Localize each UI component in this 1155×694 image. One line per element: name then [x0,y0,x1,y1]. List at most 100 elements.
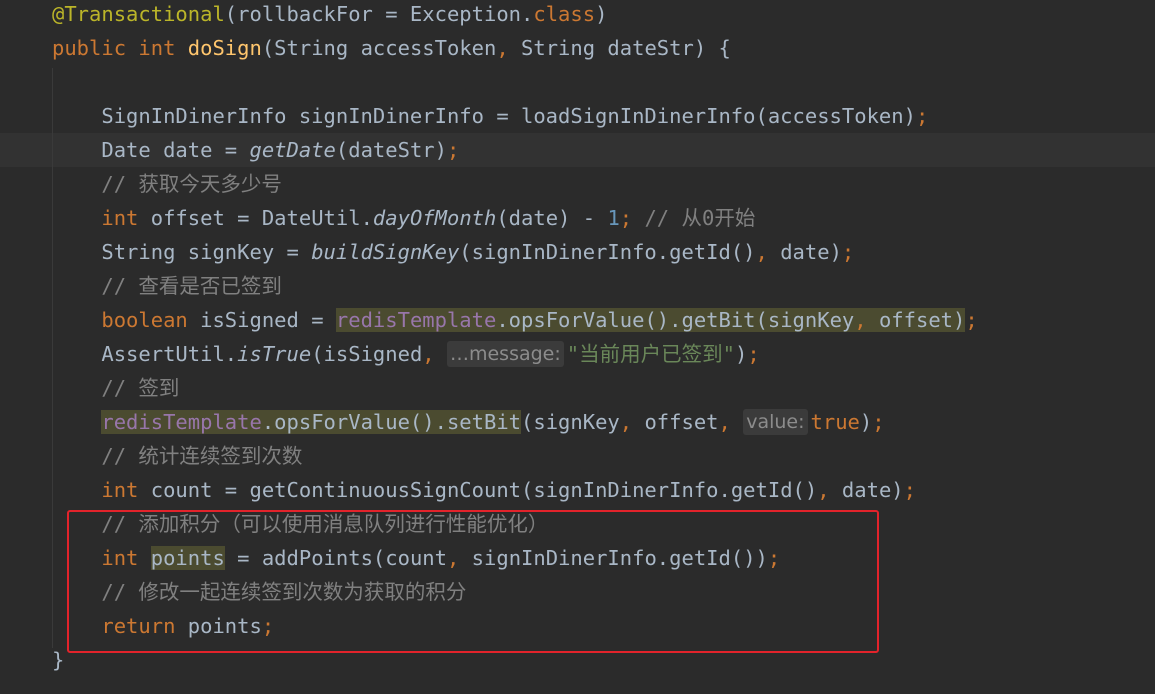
code-token: dayOfMonth [372,206,497,230]
code-token: ; [903,478,916,502]
code-token: ; [965,308,978,332]
code-line[interactable]: boolean isSigned = redisTemplate.opsForV… [0,303,1155,337]
code-token: // 查看是否已签到 [52,274,282,298]
code-token: (String accessToken [261,36,497,60]
code-token: (dateStr) [335,138,447,162]
code-token: redisTemplate [335,308,497,332]
code-token: public [52,36,139,60]
code-token: offset [644,410,719,434]
code-token: date) [780,240,842,264]
code-line-text: Date date = getDate(dateStr); [52,133,459,167]
code-token: // 统计连续签到次数 [52,444,303,468]
code-line-text: // 签到 [52,371,179,405]
code-token: (rollbackFor = Exception. [224,2,534,26]
code-token: isSigned = [200,308,336,332]
code-line-text: int count = getContinuousSignCount(signI… [52,473,916,507]
code-token: ) [859,410,873,434]
code-token: getDate [249,138,336,162]
code-token: // 获取今天多少号 [52,172,282,196]
code-line-text: // 统计连续签到次数 [52,439,302,473]
code-token: (isSigned [311,342,423,366]
code-token: isTrue [237,342,312,366]
code-token: ; [872,410,885,434]
code-line[interactable]: int offset = DateUtil.dayOfMonth(date) -… [0,201,1155,235]
code-token: @Transactional [52,2,225,26]
code-line[interactable]: // 签到 [0,371,1155,405]
code-line[interactable]: redisTemplate.opsForValue().setBit(signK… [0,405,1155,439]
code-token: , [718,410,744,434]
code-token: , [496,36,522,60]
parameter-hint: value: [743,409,808,435]
code-token: , [619,410,645,434]
code-line[interactable]: AssertUtil.isTrue(isSigned, …message: "当前… [0,337,1155,371]
code-token: true [810,410,860,434]
code-line[interactable]: // 获取今天多少号 [0,167,1155,201]
code-line[interactable]: @Transactional(rollbackFor = Exception.c… [0,0,1155,31]
code-token: int [101,478,151,502]
code-token: int [138,36,188,60]
code-token: ; [915,104,929,128]
code-token: , [854,308,879,332]
code-token: doSign [187,36,262,60]
code-token: AssertUtil. [52,342,238,366]
code-token: buildSignKey [311,240,460,264]
code-token: } [52,648,65,672]
code-token: boolean [101,308,201,332]
code-token: , [422,342,447,366]
code-token: 1 [607,206,620,230]
code-token: ; [446,138,460,162]
code-token: // 签到 [52,376,180,400]
code-token: ; [747,342,760,366]
code-token: offset = DateUtil. [150,206,373,230]
parameter-hint: …message: [446,341,564,367]
code-token: .opsForValue().getBit(signKey [496,308,855,332]
indent-guide [52,68,53,648]
code-line-text: } [52,643,64,677]
code-line-text: // 查看是否已签到 [52,269,282,303]
code-token: , [755,240,781,264]
code-line[interactable]: Date date = getDate(dateStr); [0,133,1155,167]
code-token: ) [734,342,748,366]
code-line[interactable]: SignInDinerInfo signInDinerInfo = loadSi… [0,99,1155,133]
code-token: offset) [878,308,966,332]
code-token: (date) - [496,206,608,230]
code-line-text: // 获取今天多少号 [52,167,282,201]
code-token: ; [841,240,855,264]
code-token: .opsForValue().setBit [261,410,522,434]
code-token: count = getContinuousSignCount(signInDin… [150,478,818,502]
code-token: class [533,2,596,26]
code-line-text: @Transactional(rollbackFor = Exception.c… [52,0,607,31]
code-line[interactable]: public int doSign(String accessToken, St… [0,31,1155,65]
code-line[interactable]: // 查看是否已签到 [0,269,1155,303]
code-token: int [101,206,151,230]
code-line-text: String signKey = buildSignKey(signInDine… [52,235,854,269]
code-token: SignInDinerInfo signInDinerInfo = loadSi… [52,104,916,128]
code-token: (signKey [521,410,620,434]
code-token: String signKey = [52,240,312,264]
code-token: String dateStr) { [521,36,731,60]
code-token: ; [619,206,645,230]
code-line-text: AssertUtil.isTrue(isSigned, …message: "当前… [52,337,760,371]
code-token: (signInDinerInfo.getId() [459,240,756,264]
code-line[interactable]: String signKey = buildSignKey(signInDine… [0,235,1155,269]
code-token: date) [841,478,904,502]
code-line[interactable]: int count = getContinuousSignCount(signI… [0,473,1155,507]
code-line-text: SignInDinerInfo signInDinerInfo = loadSi… [52,99,928,133]
code-line-text: public int doSign(String accessToken, St… [52,31,731,65]
code-line-text: boolean isSigned = redisTemplate.opsForV… [52,303,978,337]
code-line-text: int offset = DateUtil.dayOfMonth(date) -… [52,201,755,235]
code-token: Date date = [52,138,250,162]
code-token: ) [595,2,608,26]
code-token: , [817,478,842,502]
code-token: // 从0开始 [644,206,756,230]
code-line-text: redisTemplate.opsForValue().setBit(signK… [52,405,885,439]
code-token: "当前用户已签到" [566,342,735,366]
code-token: redisTemplate [101,410,262,434]
highlight-annotation-box [67,510,879,653]
code-line[interactable]: // 统计连续签到次数 [0,439,1155,473]
code-line[interactable] [0,65,1155,99]
